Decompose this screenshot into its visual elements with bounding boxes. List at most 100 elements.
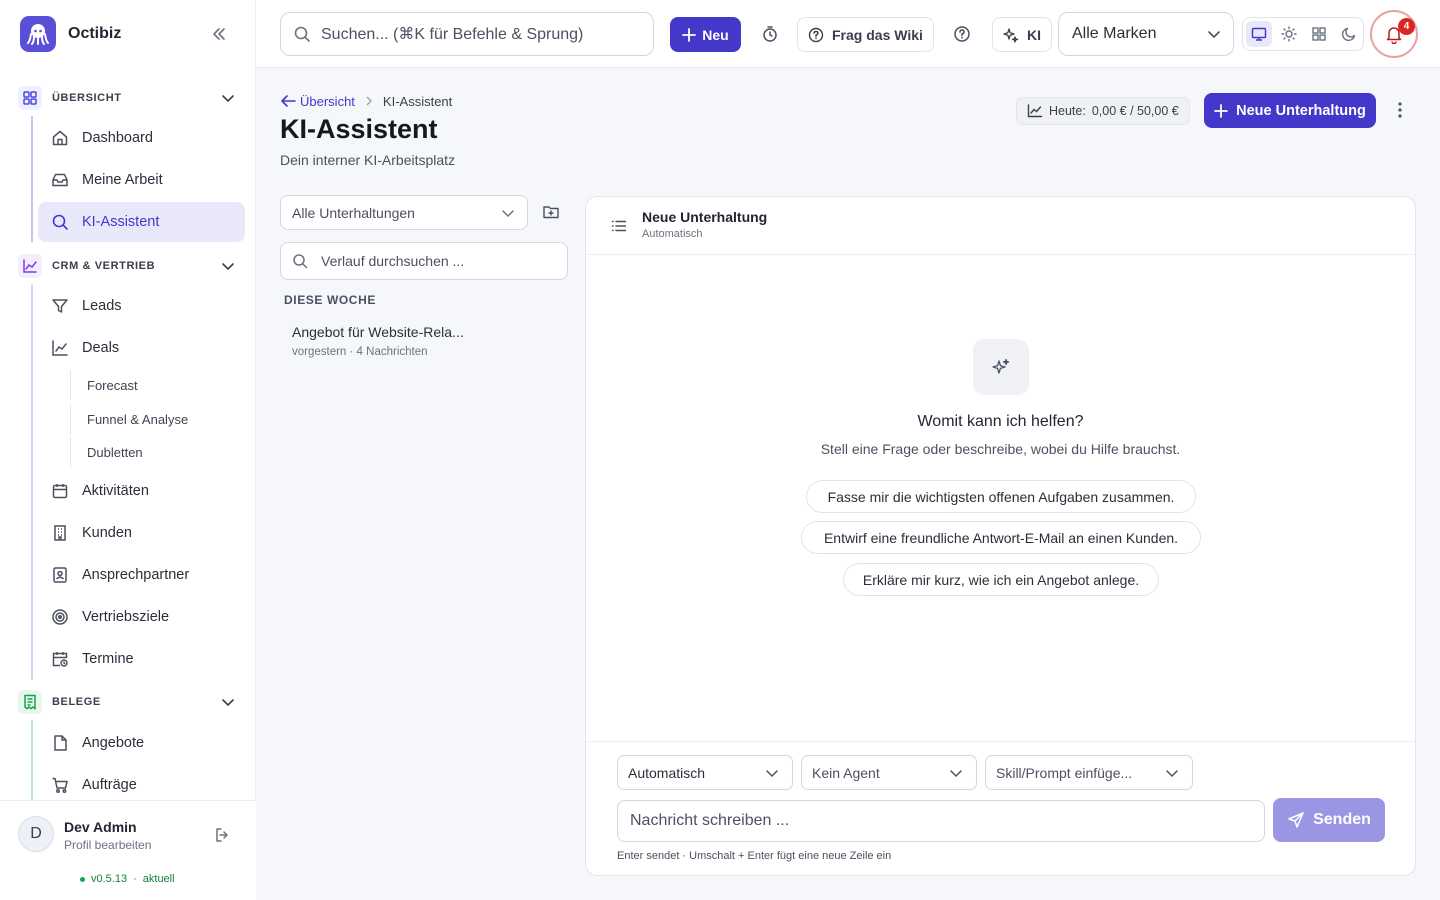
collapse-sidebar-icon[interactable] — [208, 24, 230, 44]
sparkle-icon — [973, 339, 1029, 395]
moon-icon[interactable] — [1336, 21, 1362, 47]
sidebar-item-ansprechpartner[interactable]: Ansprechpartner — [38, 555, 245, 595]
chat-title: Neue Unterhaltung — [642, 209, 768, 225]
edit-profile-link[interactable]: Profil bearbeiten — [64, 838, 151, 852]
skill-select-value: Skill/Prompt einfüge... — [996, 765, 1133, 781]
global-search-input[interactable]: Suchen... (⌘K für Befehle & Sprung) — [280, 12, 654, 56]
calendar-icon — [50, 481, 70, 501]
breadcrumb-back-link[interactable]: Übersicht — [280, 94, 355, 109]
brand-select-value: Alle Marken — [1072, 25, 1157, 42]
suggestion-chip[interactable]: Fasse mir die wichtigsten offenen Aufgab… — [806, 480, 1196, 513]
chat-panel: Neue Unterhaltung Automatisch Womit kann… — [585, 196, 1416, 876]
app-name: Octibiz — [68, 25, 122, 42]
brand[interactable]: Octibiz — [20, 16, 121, 52]
send-icon — [1288, 812, 1304, 828]
timer-icon[interactable] — [758, 22, 782, 46]
chart-line-icon — [18, 254, 42, 278]
composer-hint: Enter sendet · Umschalt + Enter fügt ein… — [617, 850, 892, 862]
suggestion-chip[interactable]: Entwirf eine freundliche Antwort-E-Mail … — [801, 521, 1201, 554]
section-line — [31, 116, 33, 242]
message-input-placeholder: Nachricht schreiben ... — [630, 812, 790, 829]
sidebar-item-deals[interactable]: Deals — [38, 328, 245, 368]
user-profile[interactable]: D Dev Admin Profil bearbeiten v0.5.13 · … — [0, 800, 256, 900]
sidebar-item-angebote[interactable]: Angebote — [38, 723, 245, 763]
user-name[interactable]: Dev Admin — [64, 819, 137, 835]
search-icon — [292, 253, 308, 269]
sidebar-item-label: Kunden — [82, 525, 132, 541]
section-belege[interactable]: BELEGE — [0, 684, 256, 720]
suggestion-chip[interactable]: Erkläre mir kurz, wie ich ein Angebot an… — [843, 563, 1159, 596]
search-icon — [293, 25, 311, 43]
breadcrumb-back-label: Übersicht — [300, 93, 355, 109]
chevron-down-icon[interactable] — [218, 692, 238, 712]
new-button[interactable]: Neu — [670, 17, 741, 52]
chevron-down-icon[interactable] — [218, 256, 238, 276]
history-search-placeholder: Verlauf durchsuchen ... — [321, 253, 465, 269]
chat-search-icon — [50, 212, 70, 232]
model-select-value: Automatisch — [628, 765, 706, 781]
conversation-list-item[interactable]: Angebot für Website-Rela... vorgestern ·… — [280, 314, 568, 366]
sidebar-item-label: Meine Arbeit — [82, 172, 163, 188]
sidebar-item-ki-assistent[interactable]: KI-Assistent — [38, 202, 245, 242]
help-circle-icon — [808, 27, 824, 42]
sidebar-item-aktivitaeten[interactable]: Aktivitäten — [38, 471, 245, 511]
logout-icon[interactable] — [214, 826, 232, 844]
more-vertical-icon[interactable] — [1390, 100, 1410, 120]
calendar-clock-icon — [50, 649, 70, 669]
section-uebersicht[interactable]: ÜBERSICHT — [0, 80, 256, 116]
folder-plus-icon[interactable] — [542, 203, 562, 223]
breadcrumb-current: KI-Assistent — [382, 93, 453, 109]
chevron-down-icon — [763, 764, 781, 782]
version-status: aktuell — [142, 873, 175, 885]
theme-switcher[interactable] — [1242, 17, 1364, 51]
chat-header: Neue Unterhaltung Automatisch — [586, 197, 1415, 255]
sidebar-item-label: Termine — [82, 651, 134, 667]
sidebar-subitem-dubletten[interactable]: Dubletten — [70, 437, 240, 467]
trend-icon — [50, 338, 70, 358]
wiki-button[interactable]: Frag das Wiki — [797, 17, 934, 52]
sidebar-nav[interactable]: ÜBERSICHT Dashboard Meine Arbeit KI-Assi… — [0, 78, 256, 800]
section-crm-vertrieb[interactable]: CRM & VERTRIEB — [0, 248, 256, 284]
plus-icon — [1214, 103, 1229, 118]
target-icon — [50, 607, 70, 627]
sidebar-item-auftraege[interactable]: Aufträge — [38, 765, 245, 800]
list-icon[interactable] — [610, 217, 628, 235]
sidebar-subitem-label: Funnel & Analyse — [87, 411, 189, 427]
ai-button[interactable]: KI — [992, 17, 1052, 52]
section-label: ÜBERSICHT — [52, 92, 122, 104]
sidebar-subitem-label: Dubletten — [87, 444, 143, 460]
notifications-button[interactable]: 4 — [1370, 10, 1418, 58]
agent-select[interactable]: Kein Agent — [801, 755, 977, 790]
monitor-icon[interactable] — [1246, 21, 1272, 47]
help-icon[interactable] — [950, 22, 974, 46]
send-button[interactable]: Senden — [1273, 798, 1385, 842]
sidebar-subitem-funnel[interactable]: Funnel & Analyse — [70, 404, 240, 434]
section-line — [31, 720, 33, 800]
sidebar-item-label: Angebote — [82, 735, 145, 751]
sidebar-item-termine[interactable]: Termine — [38, 639, 245, 679]
sparkle-icon — [1003, 27, 1019, 43]
chevron-down-icon[interactable] — [218, 88, 238, 108]
sidebar-item-dashboard[interactable]: Dashboard — [38, 118, 245, 158]
history-search-input[interactable]: Verlauf durchsuchen ... — [280, 242, 568, 280]
sidebar-item-leads[interactable]: Leads — [38, 286, 245, 326]
avatar[interactable]: D — [18, 816, 54, 852]
message-input[interactable]: Nachricht schreiben ... — [617, 800, 1265, 842]
sidebar-subitem-forecast[interactable]: Forecast — [70, 370, 240, 400]
sidebar-item-kunden[interactable]: Kunden — [38, 513, 245, 553]
search-placeholder: Suchen... (⌘K für Befehle & Sprung) — [321, 26, 584, 43]
brand-select[interactable]: Alle Marken — [1058, 12, 1234, 56]
sidebar-item-vertriebsziele[interactable]: Vertriebsziele — [38, 597, 245, 637]
conversation-filter-select[interactable]: Alle Unterhaltungen — [280, 195, 528, 230]
skill-prompt-select[interactable]: Skill/Prompt einfüge... — [985, 755, 1193, 790]
sun-icon[interactable] — [1276, 21, 1302, 47]
layout-grid-icon[interactable] — [1306, 21, 1332, 47]
sidebar-item-label: Vertriebsziele — [82, 609, 170, 625]
sidebar-item-meine-arbeit[interactable]: Meine Arbeit — [38, 160, 245, 200]
filter-select-value: Alle Unterhaltungen — [292, 204, 415, 221]
model-select[interactable]: Automatisch — [617, 755, 793, 790]
new-conversation-button[interactable]: Neue Unterhaltung — [1204, 93, 1376, 128]
new-button-label: Neu — [702, 26, 729, 43]
sidebar: Octibiz ÜBERSICHT Dashboard Meine Arbeit… — [0, 0, 256, 900]
chevron-right-icon — [365, 96, 373, 106]
